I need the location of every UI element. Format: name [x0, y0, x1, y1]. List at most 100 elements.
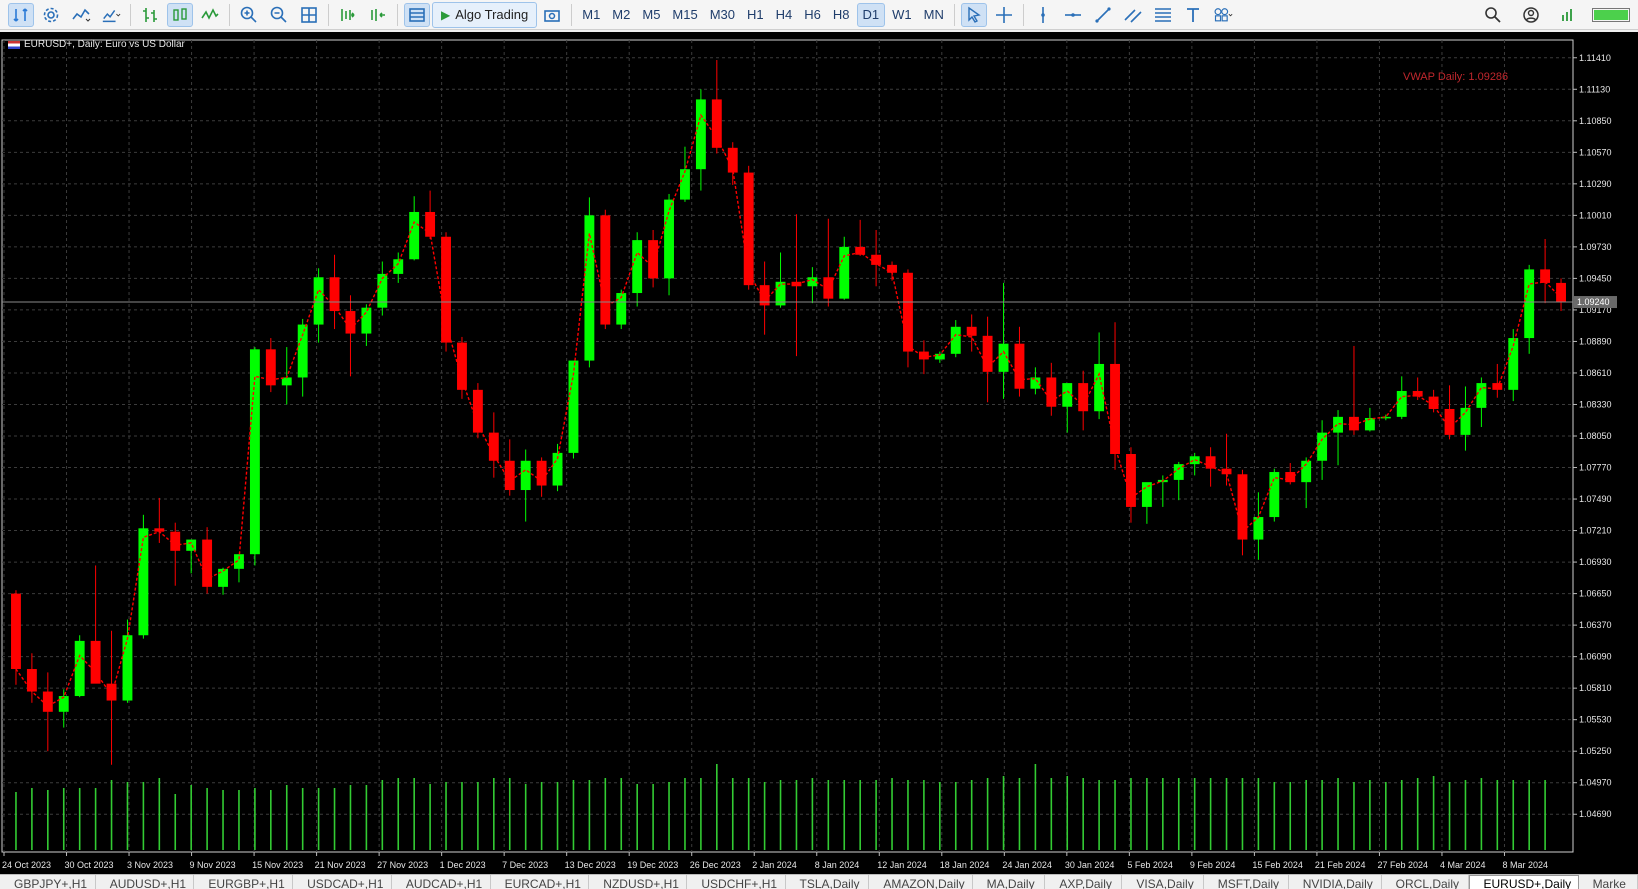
shapes-icon[interactable] [1210, 3, 1236, 27]
screenshot-icon[interactable] [539, 3, 565, 27]
trend-line-icon[interactable] [1090, 3, 1116, 27]
candlestick-chart-icon[interactable] [167, 2, 193, 27]
zoom-out-icon[interactable] [266, 3, 292, 27]
chart-shift-icon[interactable] [335, 3, 361, 27]
candle-body-bear [106, 683, 117, 701]
tab-axp-daily[interactable]: AXP,Daily [1045, 875, 1123, 889]
line-chart-icon[interactable] [197, 3, 223, 27]
price-axis-label: 1.04970 [1579, 778, 1612, 788]
algo-trading-button[interactable]: ▶ Algo Trading [432, 1, 538, 28]
zoom-in-icon[interactable] [236, 3, 262, 27]
horizontal-line-icon[interactable] [1060, 3, 1086, 27]
price-axis-label: 1.06090 [1579, 652, 1612, 662]
candle-body-bull [122, 635, 133, 701]
candle-body-bull [58, 696, 69, 712]
timeframe-h8[interactable]: H8 [828, 3, 855, 27]
tab-ma-daily[interactable]: MA,Daily [973, 875, 1046, 889]
candle-body-bull [1476, 383, 1487, 408]
indicators-icon[interactable] [68, 3, 94, 27]
candle-body-bear [711, 99, 722, 148]
candle-body-bear [1285, 472, 1296, 483]
date-axis-label: 30 Jan 2024 [1065, 860, 1115, 870]
tab-visa-daily[interactable]: VISA,Daily [1122, 875, 1204, 889]
tab-audcad-h1[interactable]: AUDCAD+,H1 [392, 875, 491, 889]
settings-gear-icon[interactable] [38, 3, 64, 27]
tab-eurgbp-h1[interactable]: EURGBP+,H1 [194, 875, 294, 889]
tab-audusd-h1[interactable]: AUDUSD+,H1 [96, 875, 195, 889]
price-axis-label: 1.08330 [1579, 399, 1612, 409]
tab-eurusd-daily[interactable]: EURUSD+,Daily [1468, 875, 1579, 889]
bar-chart-icon[interactable] [137, 3, 163, 27]
candle-body-bull [186, 539, 197, 551]
date-axis-label: 5 Feb 2024 [1127, 860, 1173, 870]
timeframe-m15[interactable]: M15 [667, 3, 702, 27]
tab-gbpjpy-h1[interactable]: GBPJPY+,H1 [0, 875, 96, 889]
date-axis-label: 21 Nov 2023 [315, 860, 366, 870]
one-click-trading-icon[interactable] [8, 2, 34, 27]
tab-eurcad-h1[interactable]: EURCAD+,H1 [491, 875, 590, 889]
timeframe-m30[interactable]: M30 [705, 3, 740, 27]
candle-body-bear [1078, 383, 1089, 412]
candle-body-bear [1046, 377, 1057, 407]
candle-body-bull [680, 169, 690, 200]
main-toolbar: ▶ Algo Trading M1 M2 M5 M15 M30 H1 H4 H6… [0, 0, 1638, 30]
tab-tsla-daily[interactable]: TSLA,Daily [786, 875, 870, 889]
timeframe-w1[interactable]: W1 [887, 3, 917, 27]
price-axis-label: 1.09730 [1579, 242, 1612, 252]
candle-body-bear [1540, 269, 1551, 283]
timeframe-h1[interactable]: H1 [742, 3, 769, 27]
candle-body-bull [138, 528, 149, 636]
timeframe-d1[interactable]: D1 [856, 2, 886, 27]
price-axis-label: 1.07210 [1579, 526, 1612, 536]
timeframe-m5[interactable]: M5 [637, 3, 665, 27]
price-axis-label: 1.11130 [1579, 84, 1610, 94]
chart-type-icon[interactable] [98, 3, 124, 27]
timeframe-h6[interactable]: H6 [799, 3, 826, 27]
play-icon: ▶ [441, 7, 451, 22]
price-chart[interactable]: 1.11410 1.11130 1.10850 1.10570 1.10290 1.100… [0, 32, 1638, 874]
market-watch-icon[interactable] [404, 2, 430, 27]
price-axis-label: 1.10010 [1579, 210, 1612, 220]
candle-body-bull [664, 199, 674, 279]
date-axis-label: 15 Feb 2024 [1252, 860, 1303, 870]
chart-window[interactable]: 1.11410 1.11130 1.10850 1.10570 1.10290 1.100… [0, 32, 1638, 874]
candle-body-bear [966, 326, 977, 336]
candle-body-bear [743, 172, 754, 286]
fibonacci-icon[interactable] [1150, 3, 1176, 27]
date-axis-label: 24 Oct 2023 [2, 860, 51, 870]
text-tool-icon[interactable] [1180, 3, 1206, 27]
toolbar-separator [328, 3, 329, 26]
candle-body-bear [1428, 396, 1439, 409]
timeframe-h4[interactable]: H4 [771, 3, 798, 27]
candle-body-bull [1189, 456, 1200, 465]
price-axis-label: 1.06930 [1579, 557, 1612, 567]
candle-body-bull [297, 324, 308, 378]
candle-body-bear [441, 236, 451, 343]
candle-body-bull [218, 568, 228, 587]
tab-usdcad-h1[interactable]: USDCAD+,H1 [293, 875, 392, 889]
tab-nvidia-daily[interactable]: NVIDIA,Daily [1289, 875, 1382, 889]
timeframe-m2[interactable]: M2 [607, 3, 635, 27]
search-icon[interactable] [1480, 3, 1506, 27]
tab-amazon-daily[interactable]: AMAZON,Daily [869, 875, 973, 889]
timeframe-mn[interactable]: MN [919, 3, 949, 27]
tab-orcl-daily[interactable]: ORCL,Daily [1382, 875, 1469, 889]
tab-msft-daily[interactable]: MSFT,Daily [1204, 875, 1289, 889]
auto-scroll-icon[interactable] [365, 3, 391, 27]
tab-market-watch[interactable]: Marke [1579, 875, 1638, 889]
price-axis-label: 1.05530 [1579, 715, 1612, 725]
chart-symbol-text: EURUSD+, Daily: Euro vs US Dollar [24, 39, 185, 50]
candle-body-bull [1396, 390, 1407, 417]
cursor-icon[interactable] [960, 2, 987, 27]
account-icon[interactable] [1518, 3, 1544, 27]
candle-body-bear [1126, 454, 1136, 507]
candle-body-bear [1110, 363, 1120, 455]
channel-icon[interactable] [1120, 3, 1146, 27]
vertical-line-icon[interactable] [1030, 3, 1056, 27]
crosshair-icon[interactable] [991, 3, 1017, 27]
timeframe-m1[interactable]: M1 [577, 3, 605, 27]
date-axis-label: 4 Mar 2024 [1440, 860, 1486, 870]
tab-usdchf-h1[interactable]: USDCHF+,H1 [687, 875, 786, 889]
tile-windows-icon[interactable] [296, 3, 322, 27]
tab-nzdusd-h1[interactable]: NZDUSD+,H1 [589, 875, 688, 889]
